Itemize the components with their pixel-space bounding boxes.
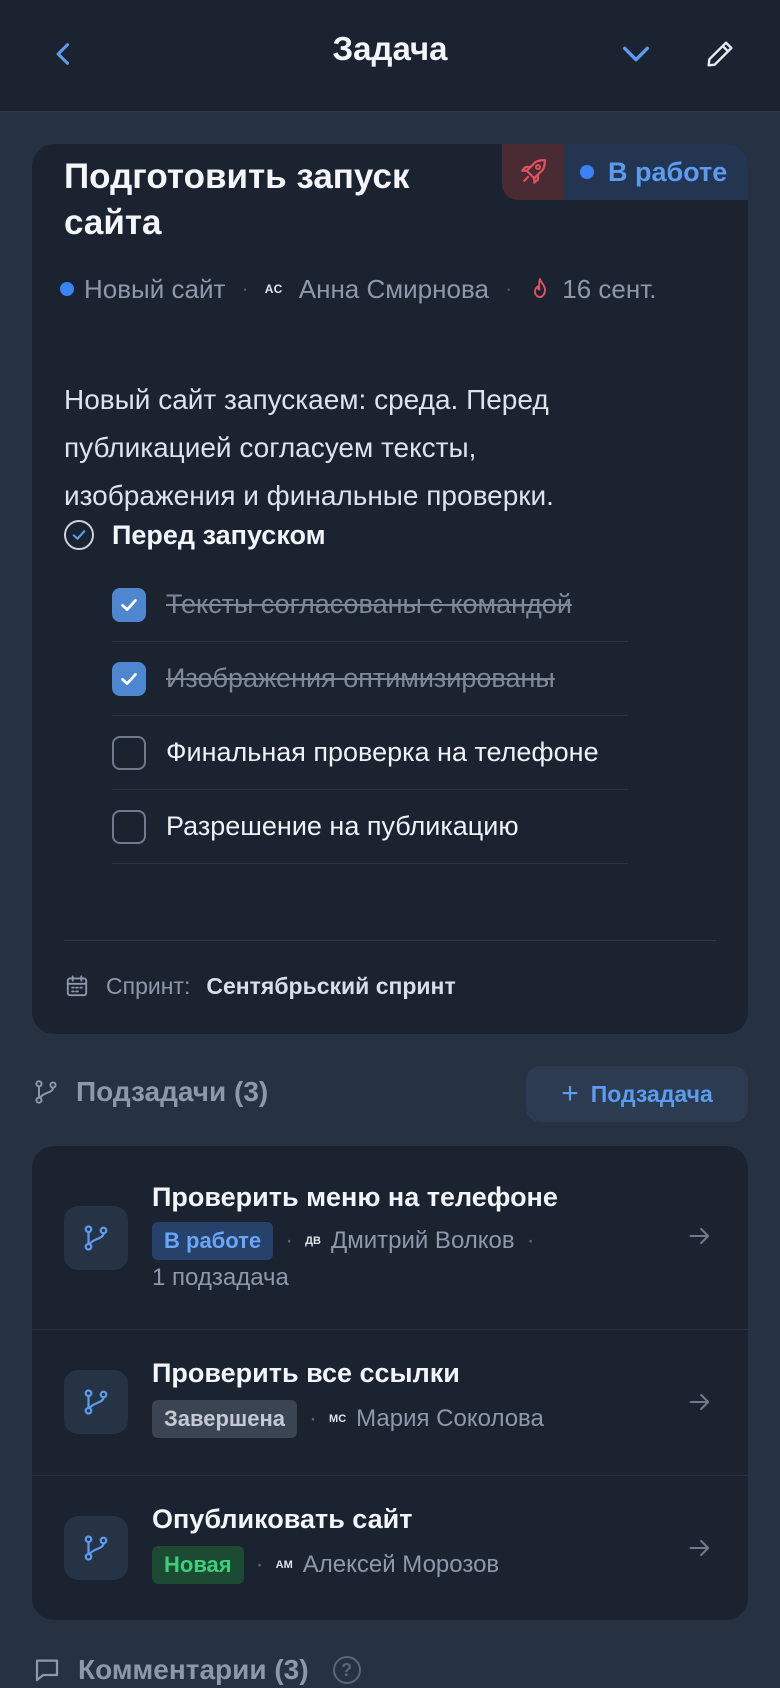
launch-button[interactable] <box>502 144 564 200</box>
assignee-name[interactable]: Анна Смирнова <box>299 274 489 305</box>
checklist-item[interactable]: Разрешение на публикацию <box>112 790 628 864</box>
collapse-button[interactable] <box>612 30 660 78</box>
comment-icon <box>32 1655 62 1685</box>
branch-icon <box>32 1077 60 1107</box>
subtasks-list: Проверить меню на телефоне В работе · ДВ… <box>32 1146 748 1620</box>
comments-title: Комментарии (3) <box>78 1654 309 1685</box>
divider <box>64 940 716 941</box>
assignee-name: Алексей Морозов <box>302 1551 500 1578</box>
task-card: Подготовить запуск сайта В работе Новый … <box>32 144 748 1034</box>
rocket-icon <box>521 159 546 184</box>
subtask-meta: В работе · ДВ Дмитрий Волков · 1 подзада… <box>152 1222 632 1292</box>
branch-icon <box>64 1370 128 1434</box>
checklist-title: Перед запуском <box>112 519 326 550</box>
checkbox[interactable] <box>112 587 146 622</box>
arrow-right-icon <box>686 1534 714 1562</box>
assignee-name: Дмитрий Волков <box>330 1227 515 1254</box>
add-subtask-button[interactable]: + Подзадача <box>526 1066 748 1122</box>
task-meta: Новый сайт · АС Анна Смирнова · 16 сент. <box>60 272 656 306</box>
subtask-row[interactable]: Опубликовать сайт Новая · АМ Алексей Мор… <box>32 1476 748 1620</box>
avatar: МС <box>329 1413 347 1425</box>
arrow-right-icon <box>686 1222 714 1250</box>
subtask-meta: Новая · АМ Алексей Морозов <box>152 1546 632 1584</box>
checklist-item[interactable]: Финальная проверка на телефоне <box>112 716 628 790</box>
checklist-item-label: Финальная проверка на телефоне <box>166 737 599 767</box>
subtask-row[interactable]: Проверить все ссылки Завершена · МС Мари… <box>32 1330 748 1476</box>
checklist-item-label: Изображения оптимизированы <box>166 663 555 693</box>
checklist-item[interactable]: Изображения оптимизированы <box>112 642 628 716</box>
status-group: В работе <box>502 144 748 200</box>
branch-icon <box>64 1206 128 1270</box>
sprint-row[interactable]: Спринт: Сентябрьский спринт <box>64 968 456 1004</box>
project-name[interactable]: Новый сайт <box>84 274 225 305</box>
top-bar: Задача <box>0 0 780 112</box>
subtask-count: 1 подзадача <box>152 1264 289 1291</box>
avatar: АС <box>264 282 283 296</box>
status-badge: В работе <box>152 1222 274 1260</box>
edit-button[interactable] <box>696 30 744 78</box>
status-badge: Завершена <box>152 1400 298 1438</box>
status-label: В работе <box>608 156 728 187</box>
checkmark-icon <box>121 672 137 685</box>
branch-icon <box>64 1516 128 1580</box>
subtask-title: Опубликовать сайт <box>152 1504 413 1534</box>
project-dot <box>60 282 74 296</box>
separator: · <box>255 1551 264 1578</box>
separator: · <box>241 276 249 301</box>
assignee-name: Мария Соколова <box>356 1405 544 1432</box>
arrow-right-icon <box>686 1388 714 1416</box>
checkbox[interactable] <box>112 661 146 696</box>
subtasks-title: Подзадачи (3) <box>76 1076 269 1107</box>
add-subtask-label: Подзадача <box>590 1080 713 1107</box>
sprint-label: Спринт: <box>106 972 191 999</box>
status-badge[interactable]: В работе <box>564 144 748 200</box>
separator: · <box>526 1227 535 1254</box>
plus-icon: + <box>561 1077 579 1110</box>
help-icon[interactable]: ? <box>332 1656 361 1684</box>
separator: · <box>285 1227 294 1254</box>
subtask-meta: Завершена · МС Мария Соколова <box>152 1400 632 1438</box>
due-date[interactable]: 16 сент. <box>562 274 656 305</box>
checklist-item-label: Разрешение на публикацию <box>166 811 519 841</box>
subtask-title: Проверить меню на телефоне <box>152 1182 558 1212</box>
fire-icon <box>528 276 552 302</box>
separator: · <box>309 1405 318 1432</box>
subtasks-header: Подзадачи (3) + Подзадача <box>32 1066 748 1122</box>
calendar-icon <box>64 973 90 999</box>
task-title: Подготовить запуск сайта <box>64 157 410 242</box>
chevron-down-icon <box>622 46 650 62</box>
status-dot <box>580 165 594 179</box>
page-title: Задача <box>332 30 448 67</box>
checkbox[interactable] <box>112 809 146 844</box>
avatar: АМ <box>275 1559 293 1571</box>
subtask-row[interactable]: Проверить меню на телефоне В работе · ДВ… <box>32 1146 748 1330</box>
separator: · <box>504 276 513 301</box>
task-description: Новый сайт запускаем: среда. Перед публи… <box>64 384 554 511</box>
checklist-header[interactable]: Перед запуском <box>64 516 326 554</box>
sprint-value: Сентябрьский спринт <box>206 972 456 999</box>
checkmark-icon <box>121 598 137 611</box>
checkbox[interactable] <box>112 735 146 770</box>
check-circle-icon <box>64 520 94 550</box>
checklist-item-label: Тексты согласованы с командой <box>166 589 572 619</box>
comments-header[interactable]: Комментарии (3) ? <box>32 1654 361 1686</box>
subtasks-label: Подзадачи (3) <box>32 1076 268 1108</box>
subtask-title: Проверить все ссылки <box>152 1358 460 1388</box>
avatar: ДВ <box>305 1235 321 1247</box>
status-badge: Новая <box>152 1546 244 1584</box>
pencil-icon <box>707 41 733 67</box>
checklist-item[interactable]: Тексты согласованы с командой <box>112 568 628 642</box>
checklist: Тексты согласованы с командой Изображени… <box>112 568 628 864</box>
